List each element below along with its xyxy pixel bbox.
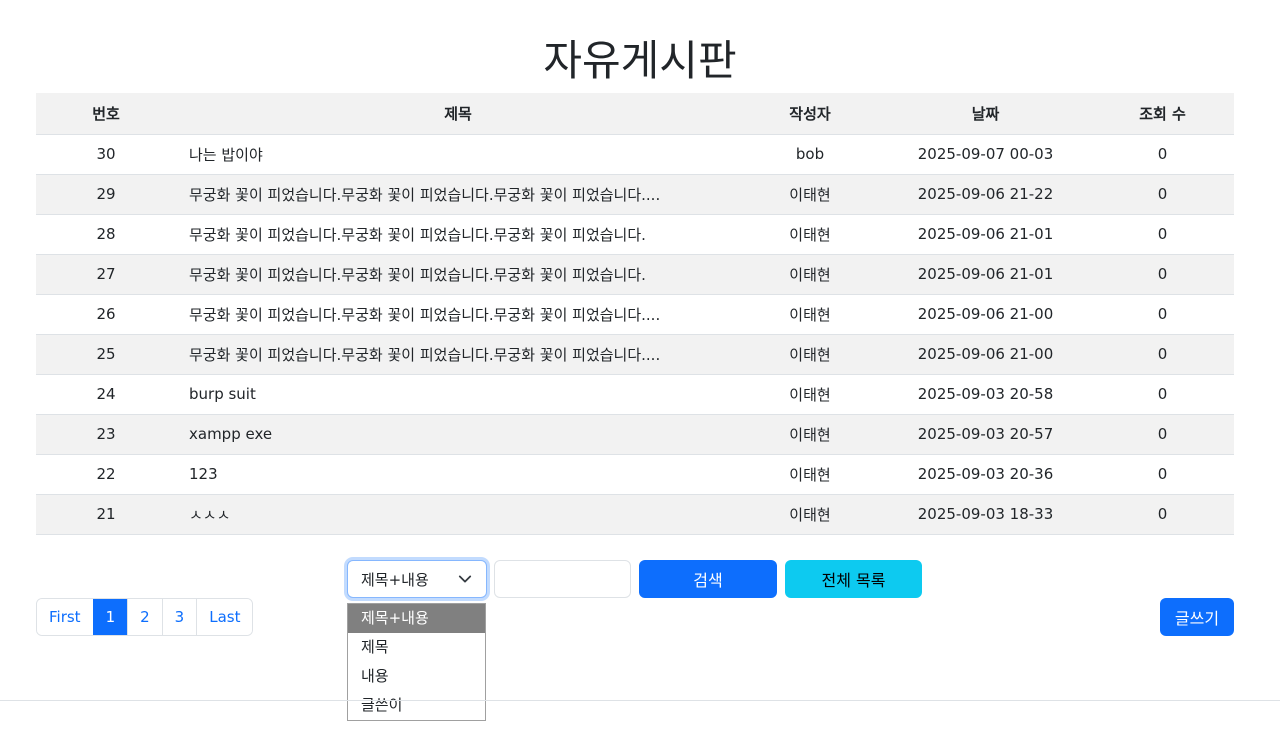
post-views: 0 [1091, 454, 1234, 495]
post-number: 25 [36, 334, 176, 375]
header-date[interactable]: 날짜 [880, 93, 1091, 135]
table-row: 27 무궁화 꽃이 피었습니다.무궁화 꽃이 피었습니다.무궁화 꽃이 피었습니다… [36, 254, 1234, 295]
table-row: 23 xampp exe 이태현 2025-09-03 20-57 0 [36, 414, 1234, 455]
post-number: 23 [36, 414, 176, 455]
post-date: 2025-09-06 21-00 [880, 294, 1091, 335]
page-3-link[interactable]: 3 [161, 599, 197, 635]
table-row: 29 무궁화 꽃이 피었습니다.무궁화 꽃이 피었습니다.무궁화 꽃이 피었습니다… [36, 174, 1234, 215]
write-button[interactable]: 글쓰기 [1160, 598, 1234, 636]
pagination: First 1 2 3 Last [36, 598, 254, 636]
post-date: 2025-09-06 21-00 [880, 334, 1091, 375]
search-option-title[interactable]: 제목 [348, 633, 485, 662]
post-number: 28 [36, 214, 176, 255]
board-table: 번호 제목 작성자 날짜 조회 수 30 나는 밥이야 bob 2025-09-07 … [36, 93, 1234, 535]
post-number: 27 [36, 254, 176, 295]
table-row: 22 123 이태현 2025-09-03 20-36 0 [36, 454, 1234, 495]
header-author[interactable]: 작성자 [740, 93, 880, 135]
post-date: 2025-09-07 00-03 [880, 134, 1091, 175]
post-date: 2025-09-06 21-22 [880, 174, 1091, 215]
post-views: 0 [1091, 214, 1234, 255]
post-date: 2025-09-03 18-33 [880, 494, 1091, 535]
post-number: 24 [36, 374, 176, 415]
post-author: 이태현 [740, 454, 880, 495]
post-author: 이태현 [740, 334, 880, 375]
header-number[interactable]: 번호 [36, 93, 176, 135]
post-number: 22 [36, 454, 176, 495]
post-title[interactable]: 무궁화 꽃이 피었습니다.무궁화 꽃이 피었습니다.무궁화 꽃이 피었습니다..… [176, 174, 740, 215]
post-author: 이태현 [740, 294, 880, 335]
post-number: 30 [36, 134, 176, 175]
post-views: 0 [1091, 294, 1234, 335]
post-title[interactable]: 무궁화 꽃이 피었습니다.무궁화 꽃이 피었습니다.무궁화 꽃이 피었습니다. [176, 214, 740, 255]
search-input[interactable] [494, 560, 631, 598]
search-type-select[interactable]: 제목+내용 [347, 560, 487, 598]
table-row: 26 무궁화 꽃이 피었습니다.무궁화 꽃이 피었습니다.무궁화 꽃이 피었습니다… [36, 294, 1234, 335]
post-views: 0 [1091, 414, 1234, 455]
post-author: 이태현 [740, 494, 880, 535]
post-date: 2025-09-06 21-01 [880, 254, 1091, 295]
page-2-link[interactable]: 2 [127, 599, 162, 635]
all-list-button[interactable]: 전체 목록 [785, 560, 922, 598]
page-first-link[interactable]: First [37, 599, 93, 635]
post-views: 0 [1091, 254, 1234, 295]
post-title[interactable]: 무궁화 꽃이 피었습니다.무궁화 꽃이 피었습니다.무궁화 꽃이 피었습니다..… [176, 294, 740, 335]
post-number: 21 [36, 494, 176, 535]
table-row: 30 나는 밥이야 bob 2025-09-07 00-03 0 [36, 134, 1234, 175]
post-views: 0 [1091, 174, 1234, 215]
post-date: 2025-09-03 20-36 [880, 454, 1091, 495]
search-type-value: 제목+내용 [361, 570, 429, 589]
post-views: 0 [1091, 494, 1234, 535]
post-author: 이태현 [740, 254, 880, 295]
post-views: 0 [1091, 134, 1234, 175]
post-views: 0 [1091, 374, 1234, 415]
post-date: 2025-09-03 20-57 [880, 414, 1091, 455]
post-author: bob [740, 134, 880, 175]
post-date: 2025-09-03 20-58 [880, 374, 1091, 415]
page-last-link[interactable]: Last [196, 599, 253, 635]
post-date: 2025-09-06 21-01 [880, 214, 1091, 255]
post-number: 26 [36, 294, 176, 335]
post-author: 이태현 [740, 174, 880, 215]
post-number: 29 [36, 174, 176, 215]
footer-divider [0, 700, 1280, 701]
post-title[interactable]: 무궁화 꽃이 피었습니다.무궁화 꽃이 피었습니다.무궁화 꽃이 피었습니다. [176, 254, 740, 295]
table-row: 21 ㅅㅅㅅ 이태현 2025-09-03 18-33 0 [36, 494, 1234, 535]
table-row: 28 무궁화 꽃이 피었습니다.무궁화 꽃이 피었습니다.무궁화 꽃이 피었습니다… [36, 214, 1234, 255]
search-button[interactable]: 검색 [639, 560, 777, 598]
search-type-dropdown: 제목+내용 제목 내용 글쓴이 [347, 603, 486, 721]
search-option-writer[interactable]: 글쓴이 [348, 691, 485, 720]
table-header-row: 번호 제목 작성자 날짜 조회 수 [36, 93, 1234, 135]
header-title[interactable]: 제목 [176, 93, 740, 135]
page-1-link[interactable]: 1 [92, 599, 128, 635]
post-author: 이태현 [740, 374, 880, 415]
post-title[interactable]: ㅅㅅㅅ [176, 494, 740, 535]
table-row: 24 burp suit 이태현 2025-09-03 20-58 0 [36, 374, 1234, 415]
post-title[interactable]: 나는 밥이야 [176, 134, 740, 175]
chevron-down-icon [458, 575, 472, 583]
post-views: 0 [1091, 334, 1234, 375]
post-title[interactable]: burp suit [176, 374, 740, 415]
post-title[interactable]: 123 [176, 454, 740, 495]
page-title: 자유게시판 [543, 36, 737, 85]
post-author: 이태현 [740, 414, 880, 455]
search-option-title-content[interactable]: 제목+내용 [348, 604, 485, 633]
table-body: 30 나는 밥이야 bob 2025-09-07 00-03 0 29 무궁화 꽃이 피었습… [36, 134, 1234, 535]
header-views[interactable]: 조회 수 [1091, 93, 1234, 135]
post-title[interactable]: 무궁화 꽃이 피었습니다.무궁화 꽃이 피었습니다.무궁화 꽃이 피었습니다..… [176, 334, 740, 375]
post-title[interactable]: xampp exe [176, 414, 740, 455]
post-author: 이태현 [740, 214, 880, 255]
table-row: 25 무궁화 꽃이 피었습니다.무궁화 꽃이 피었습니다.무궁화 꽃이 피었습니다… [36, 334, 1234, 375]
search-option-content[interactable]: 내용 [348, 662, 485, 691]
